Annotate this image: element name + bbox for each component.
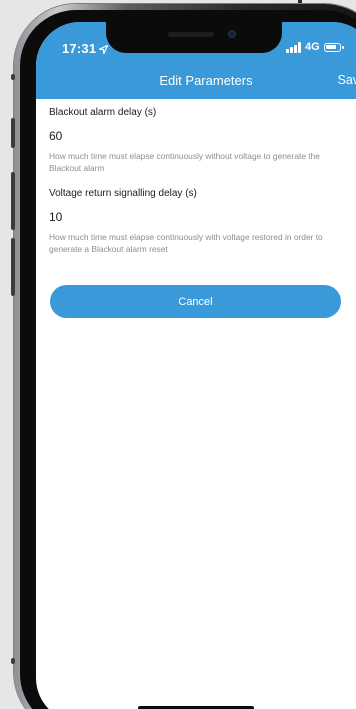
parameters-form: Blackout alarm delay (s) How much time m… (49, 107, 349, 255)
volume-down-button (11, 238, 15, 296)
phone-screen: 17:31 4G Edit Parameters Save Blackout a… (36, 22, 356, 709)
notch (106, 22, 282, 53)
status-indicators: 4G (286, 41, 344, 53)
voltage-return-delay-field: Voltage return signalling delay (s) How … (49, 188, 349, 255)
field-help-text: How much time must elapse continuously w… (49, 151, 320, 173)
cellular-signal-icon (286, 41, 302, 53)
battery-icon (323, 42, 344, 52)
speaker-grille (168, 32, 214, 37)
cancel-button[interactable]: Cancel (50, 285, 341, 318)
save-button[interactable]: Save (338, 73, 356, 87)
page-title: Edit Parameters (159, 73, 253, 88)
app-header: 17:31 4G Edit Parameters Save (36, 22, 356, 99)
mute-switch (11, 118, 15, 148)
location-arrow-icon (99, 42, 109, 57)
field-label: Voltage return signalling delay (s) (49, 188, 197, 199)
blackout-delay-field: Blackout alarm delay (s) How much time m… (49, 107, 349, 174)
network-type: 4G (305, 41, 320, 53)
voltage-return-delay-input[interactable] (49, 210, 329, 224)
side-button (11, 74, 15, 80)
status-time: 17:31 (62, 41, 109, 57)
device-mockup: 17:31 4G Edit Parameters Save Blackout a… (0, 0, 356, 709)
field-label: Blackout alarm delay (s) (49, 107, 157, 118)
blackout-delay-input[interactable] (49, 129, 329, 143)
time-label: 17:31 (62, 41, 97, 56)
front-camera (228, 30, 236, 38)
field-help-text: How much time must elapse continuously w… (49, 232, 323, 254)
side-button (11, 658, 15, 664)
volume-up-button (11, 172, 15, 230)
